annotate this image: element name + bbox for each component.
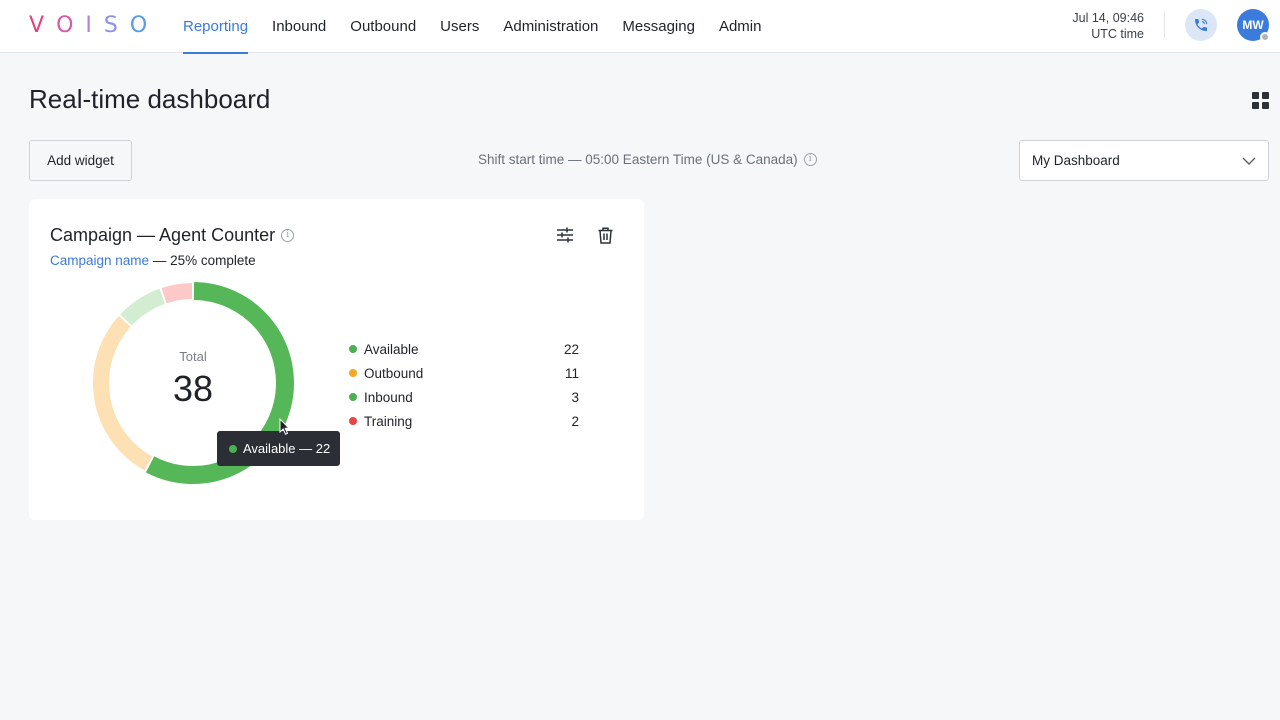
sliders-icon <box>557 227 573 243</box>
phone-icon <box>1195 18 1208 31</box>
nav-item-admin[interactable]: Admin <box>707 0 774 53</box>
legend-value: 11 <box>564 365 579 381</box>
nav-item-messaging[interactable]: Messaging <box>610 0 707 53</box>
widget-subtitle: Campaign name — 25% complete <box>50 253 256 268</box>
legend-dot <box>349 393 357 401</box>
legend-value: 3 <box>571 389 579 405</box>
date-time: Jul 14, 09:46 <box>1072 11 1144 25</box>
legend-dot <box>349 417 357 425</box>
widget-delete-button[interactable] <box>595 225 615 245</box>
trash-icon <box>598 226 612 244</box>
logo-letter: V <box>29 12 57 38</box>
chart-legend: Available 22 Outbound 11 Inbound 3 Training 2 <box>349 337 579 433</box>
legend-item-training[interactable]: Training 2 <box>349 409 579 433</box>
legend-dot <box>349 345 357 353</box>
layout-grid-icon[interactable] <box>1252 92 1269 109</box>
chevron-down-icon <box>1242 157 1256 165</box>
header-divider <box>1164 12 1165 38</box>
info-icon[interactable]: i <box>803 153 817 166</box>
shift-start-text: Shift start time — 05:00 Eastern Time (U… <box>478 152 798 167</box>
widget-settings-button[interactable] <box>555 225 575 245</box>
presence-status-dot <box>1260 32 1270 42</box>
legend-value: 22 <box>563 341 579 357</box>
legend-dot <box>349 369 357 377</box>
dashboard-select[interactable]: My Dashboard <box>1019 140 1269 181</box>
user-avatar[interactable]: MW <box>1237 9 1270 42</box>
logo-letter: O <box>56 12 86 38</box>
legend-item-outbound[interactable]: Outbound 11 <box>349 361 579 385</box>
legend-label: Training <box>364 413 413 429</box>
logo-letter: S <box>103 12 130 38</box>
top-navigation-bar: VOISO Reporting Inbound Outbound Users Admin… <box>0 0 1280 54</box>
add-widget-button[interactable]: Add widget <box>29 140 132 181</box>
nav-item-outbound[interactable]: Outbound <box>338 0 428 53</box>
nav-item-reporting[interactable]: Reporting <box>171 0 260 54</box>
logo-letter: O <box>129 12 160 38</box>
progress-text: — 25% complete <box>152 253 256 268</box>
chart-tooltip: Available — 22 <box>217 431 340 466</box>
logo-letter: I <box>85 12 104 38</box>
dashboard-select-value: My Dashboard <box>1032 153 1120 168</box>
legend-label: Available <box>364 341 419 357</box>
donut-slice-inbound[interactable] <box>120 288 166 326</box>
campaign-name-link[interactable]: Campaign name <box>50 253 149 268</box>
legend-label: Outbound <box>364 365 424 381</box>
widget-title: Campaign — Agent Counter i <box>50 225 295 246</box>
phone-button[interactable] <box>1185 9 1217 41</box>
widget-info-icon[interactable]: i <box>281 229 295 242</box>
timezone-label: UTC time <box>1091 27 1144 41</box>
mouse-cursor-icon <box>279 418 291 435</box>
shift-start-info: Shift start time — 05:00 Eastern Time (U… <box>478 152 817 167</box>
widget-title-text: Campaign — Agent Counter <box>50 225 276 245</box>
legend-label: Inbound <box>364 389 413 405</box>
donut-slice-outbound[interactable] <box>93 316 153 471</box>
voiso-logo[interactable]: VOISO <box>29 12 160 38</box>
donut-slice-training[interactable] <box>161 283 193 304</box>
main-nav: Reporting Inbound Outbound Users Administrat… <box>171 0 774 54</box>
page-title: Real-time dashboard <box>29 84 271 114</box>
tooltip-dot <box>229 444 237 453</box>
tooltip-text: Available — 22 <box>243 441 331 456</box>
agent-counter-widget: Campaign — Agent Counter i Campaign name… <box>29 199 644 520</box>
legend-item-inbound[interactable]: Inbound 3 <box>349 385 579 409</box>
nav-item-users[interactable]: Users <box>428 0 491 53</box>
nav-item-inbound[interactable]: Inbound <box>260 0 338 53</box>
clock: Jul 14, 09:46 UTC time <box>1072 10 1144 42</box>
nav-item-administration[interactable]: Administration <box>491 0 610 53</box>
avatar-initials: MW <box>1242 18 1264 32</box>
legend-value: 2 <box>571 413 579 429</box>
legend-item-available[interactable]: Available 22 <box>349 337 579 361</box>
